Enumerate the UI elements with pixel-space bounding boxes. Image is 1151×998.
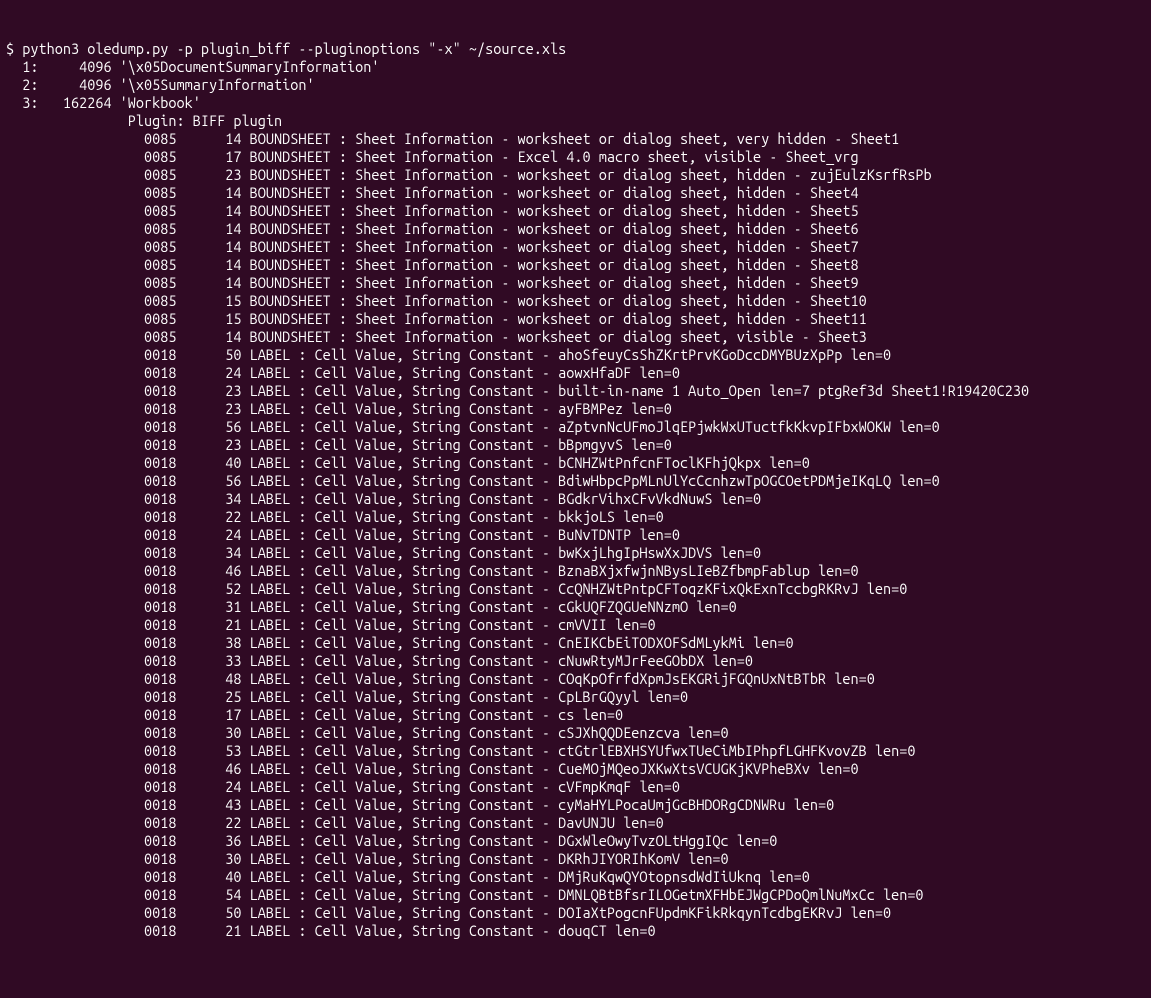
- terminal-output[interactable]: $ python3 oledump.py -p plugin_biff --pl…: [6, 40, 1145, 940]
